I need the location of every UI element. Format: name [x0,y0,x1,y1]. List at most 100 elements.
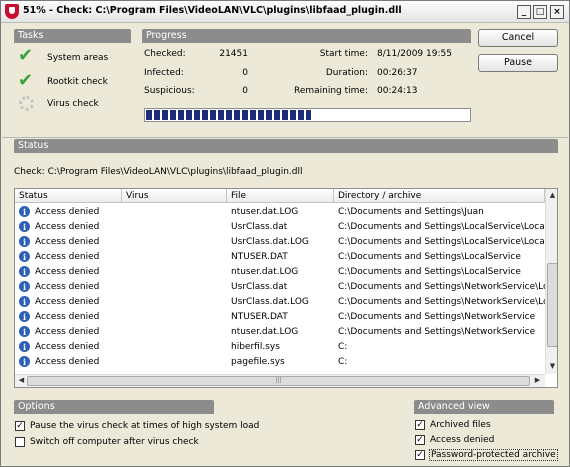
column-header-file[interactable]: File [227,189,334,203]
scroll-down-arrow-icon[interactable]: ▼ [547,361,557,372]
cancel-button[interactable]: Cancel [478,29,558,47]
column-header-virus[interactable]: Virus [122,189,227,203]
archived-files-checkbox[interactable]: ✓ [415,420,425,430]
table-row[interactable]: i Access denied NTUSER.DAT C:\Documents and… [15,310,545,325]
cell-file: NTUSER.DAT [231,312,288,322]
options-header: Options [14,400,214,414]
progress-header: Progress [142,29,471,43]
progress-bar [144,108,471,122]
tasks-header: Tasks [14,29,131,43]
status-header: Status [14,139,558,153]
checked-value: 21451 [219,49,248,59]
cell-file: ntuser.dat.LOG [231,327,299,337]
checked-label: Checked: [144,49,186,59]
column-header-directory[interactable]: Directory / archive [334,189,545,203]
cell-directory: C:\Documents and Settings\LocalService\L… [338,237,558,247]
cell-status: Access denied [35,297,100,307]
minimize-button[interactable]: _ [517,5,531,19]
info-icon: i [19,356,30,367]
table-row[interactable]: i Access denied UsrClass.dat C:\Documents a… [15,220,557,235]
infected-label: Infected: [144,68,184,78]
switch-off-checkbox[interactable] [15,437,25,447]
cell-directory: C:\Documents and Settings\Juan [338,207,484,217]
password-protected-checkbox[interactable]: ✓ [415,450,425,460]
loading-spinner-icon [19,96,34,111]
vertical-scrollbar[interactable]: ▲ ▼ [545,189,557,374]
info-icon: i [19,341,30,352]
suspicious-label: Suspicious: [144,86,195,96]
scroll-up-arrow-icon[interactable]: ▲ [547,190,557,201]
switch-off-label[interactable]: Switch off computer after virus check [30,437,199,447]
scroll-left-arrow-icon[interactable]: ◀ [16,375,27,386]
cell-status: Access denied [35,282,100,292]
cell-directory: C:\Documents and Settings\LocalService\L… [338,222,558,232]
info-icon: i [19,266,30,277]
start-time-value: 8/11/2009 19:55 [377,49,452,59]
cell-file: ntuser.dat.LOG [231,267,299,277]
cell-directory: C:\Documents and Settings\NetworkService… [338,282,558,292]
horizontal-scroll-thumb[interactable]: ||| [27,376,530,386]
shield-icon [5,4,19,19]
table-row[interactable]: i Access denied ntuser.dat.LOG C:\Documents… [15,265,545,280]
info-icon: i [19,326,30,337]
info-icon: i [19,236,30,247]
progress-bar-fill [146,110,311,120]
table-row[interactable]: i Access denied NTUSER.DAT C:\Documents and… [15,250,545,265]
task-rootkit-check: Rootkit check [47,77,108,87]
cell-directory: C:\Documents and Settings\LocalService [338,267,521,277]
table-row[interactable]: i Access denied UsrClass.dat.LOG C:\Documen… [15,235,557,250]
task-system-areas: System areas [47,53,109,63]
cell-status: Access denied [35,312,100,322]
check-icon: ✔ [18,70,34,91]
pause-high-load-checkbox[interactable]: ✓ [15,421,25,431]
remaining-time-label: Remaining time: [293,86,368,96]
results-table[interactable]: Status Virus File Directory / archive iA… [14,188,558,388]
antivirus-window: 51% - Check: C:\Program Files\VideoLAN\V… [0,0,570,467]
cell-file: UsrClass.dat [231,222,288,232]
cell-status: Access denied [35,267,100,277]
info-icon: i [19,206,30,217]
pause-high-load-label[interactable]: Pause the virus check at times of high s… [30,421,259,431]
table-row[interactable]: i Access denied ntuser.dat.LOG C:\Documents… [15,205,545,220]
table-row[interactable]: i Access denied hiberfil.sys C: [15,340,545,355]
cell-directory: C:\Documents and Settings\NetworkService [338,312,536,322]
maximize-button[interactable]: □ [533,5,547,19]
title-bar: 51% - Check: C:\Program Files\VideoLAN\V… [1,1,569,23]
column-header-status[interactable]: Status [15,189,122,203]
info-icon: i [19,251,30,262]
vertical-scroll-thumb[interactable] [547,263,557,347]
cell-file: UsrClass.dat [231,282,288,292]
cell-status: Access denied [35,237,100,247]
access-denied-checkbox[interactable]: ✓ [415,435,425,445]
close-button[interactable]: × [550,5,564,19]
duration-label: Duration: [325,68,368,78]
pause-button[interactable]: Pause [478,54,558,72]
cell-status: Access denied [35,327,100,337]
cell-file: NTUSER.DAT [231,252,288,262]
cell-file: UsrClass.dat.LOG [231,237,309,247]
cell-status: Access denied [35,207,100,217]
scroll-right-arrow-icon[interactable]: ▶ [532,375,543,386]
info-icon: i [19,311,30,322]
task-virus-check: Virus check [47,99,99,109]
table-row[interactable]: i Access denied UsrClass.dat C:\Documents a… [15,280,557,295]
table-row[interactable]: i Access denied UsrClass.dat.LOG C:\Documen… [15,295,557,310]
infected-value: 0 [242,68,248,78]
access-denied-label[interactable]: Access denied [430,435,494,445]
cell-status: Access denied [35,222,100,232]
suspicious-value: 0 [242,86,248,96]
duration-value: 00:26:37 [377,68,418,78]
cell-directory: C: [338,357,348,367]
password-protected-label[interactable]: Password-protected archive [429,449,558,461]
archived-files-label[interactable]: Archived files [430,420,491,430]
table-row[interactable]: i Access denied ntuser.dat.LOG C:\Documents… [15,325,545,340]
horizontal-scrollbar[interactable]: ◀ ||| ▶ [15,374,545,387]
remaining-time-value: 00:24:13 [377,86,418,96]
info-icon: i [19,296,30,307]
cell-status: Access denied [35,252,100,262]
info-icon: i [19,281,30,292]
start-time-label: Start time: [319,49,368,59]
window-title: 51% - Check: C:\Program Files\VideoLAN\V… [23,5,402,16]
table-row[interactable]: i Access denied pagefile.sys C: [15,355,545,370]
cell-directory: C:\Documents and Settings\NetworkService [338,327,536,337]
